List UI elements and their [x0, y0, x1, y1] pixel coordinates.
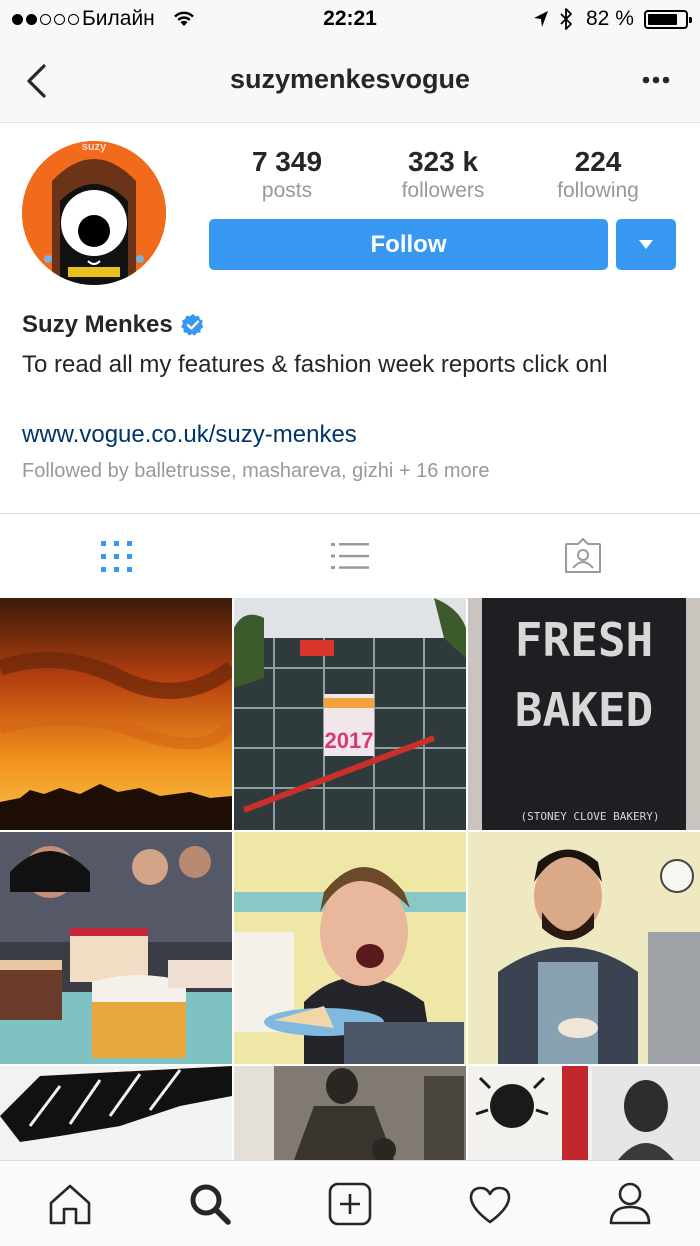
sign-text-baked: BAKED: [515, 683, 653, 737]
add-post-icon[interactable]: [328, 1182, 372, 1226]
fresh-baked-sign-photo: FRESH BAKED (STONEY CLOVE BAKERY): [468, 598, 700, 830]
woman-eating-cake-photo: [234, 832, 466, 1064]
following-count-stat[interactable]: 224 following: [528, 146, 668, 204]
posts-label: posts: [261, 179, 313, 202]
sign-text-fresh: FRESH: [515, 613, 653, 667]
grid-icon[interactable]: [101, 541, 132, 572]
avatar-illustration: [22, 141, 166, 285]
post-thumbnail-cakes[interactable]: [0, 832, 232, 1064]
profile-name-row: Suzy Menkes: [22, 311, 205, 339]
baker-photo: [468, 832, 700, 1064]
banner-year: 2017: [325, 728, 374, 753]
home-icon[interactable]: [48, 1183, 92, 1225]
caret-down-icon: [639, 240, 653, 249]
posts-count-stat[interactable]: 7 349 posts: [217, 146, 357, 204]
followers-count-stat[interactable]: 323 k followers: [373, 146, 513, 204]
more-options-icon[interactable]: [642, 76, 670, 84]
following-label: following: [557, 179, 639, 202]
followers-label: followers: [401, 179, 485, 202]
sunset-photo: [0, 598, 232, 830]
followed-by-text[interactable]: Followed by balletrusse, mashareva, gizh…: [22, 460, 489, 483]
posts-count: 7 349: [251, 146, 323, 177]
black-white-artwork-photo: [0, 1066, 232, 1160]
navigation-bar: suzymenkesvogue: [0, 40, 700, 123]
post-thumbnail-portraits[interactable]: [468, 1066, 700, 1160]
bluetooth-icon: [560, 8, 572, 30]
location-arrow-icon: [534, 11, 548, 27]
profile-view-tabs: [0, 513, 700, 599]
tagged-icon[interactable]: [564, 538, 602, 574]
portrait-artworks-photo: [468, 1066, 700, 1160]
post-thumbnail-pompidou[interactable]: 2017: [234, 598, 466, 830]
post-thumbnail-baker[interactable]: [468, 832, 700, 1064]
status-bar: Билайн 22:21 82 %: [0, 0, 700, 40]
profile-website-link[interactable]: www.vogue.co.uk/suzy-menkes: [22, 421, 357, 449]
followers-count: 323 k: [407, 146, 479, 177]
list-icon[interactable]: [331, 542, 369, 570]
bottom-navigation-bar: [0, 1160, 700, 1246]
post-thumbnail-vintage-dance[interactable]: [234, 1066, 466, 1160]
post-thumbnail-sunset[interactable]: [0, 598, 232, 830]
profile-bio: To read all my features & fashion week r…: [22, 351, 608, 378]
profile-full-name: Suzy Menkes: [22, 311, 173, 338]
follow-button[interactable]: Follow: [209, 219, 608, 270]
activity-heart-icon[interactable]: [468, 1185, 512, 1225]
cakes-photo: [0, 832, 232, 1064]
profile-icon[interactable]: [608, 1181, 652, 1225]
following-count: 224: [574, 146, 622, 177]
suggested-accounts-dropdown-button[interactable]: [616, 219, 676, 270]
battery-percent: 82 %: [586, 7, 634, 30]
sign-text-bakery: (STONEY CLOVE BAKERY): [520, 810, 659, 823]
profile-username-title: suzymenkesvogue: [229, 64, 471, 94]
pompidou-photo: 2017: [234, 598, 466, 830]
post-thumbnail-woman-eating-cake[interactable]: [234, 832, 466, 1064]
search-icon[interactable]: [189, 1183, 231, 1225]
post-thumbnail-artwork[interactable]: [0, 1066, 232, 1160]
avatar-caption: suzy: [81, 141, 107, 153]
profile-avatar[interactable]: suzy: [22, 141, 166, 285]
vintage-dance-photo: [234, 1066, 466, 1160]
post-thumbnail-fresh-baked[interactable]: FRESH BAKED (STONEY CLOVE BAKERY): [468, 598, 700, 830]
verified-badge-icon: [180, 314, 204, 336]
battery-icon: [644, 10, 692, 29]
